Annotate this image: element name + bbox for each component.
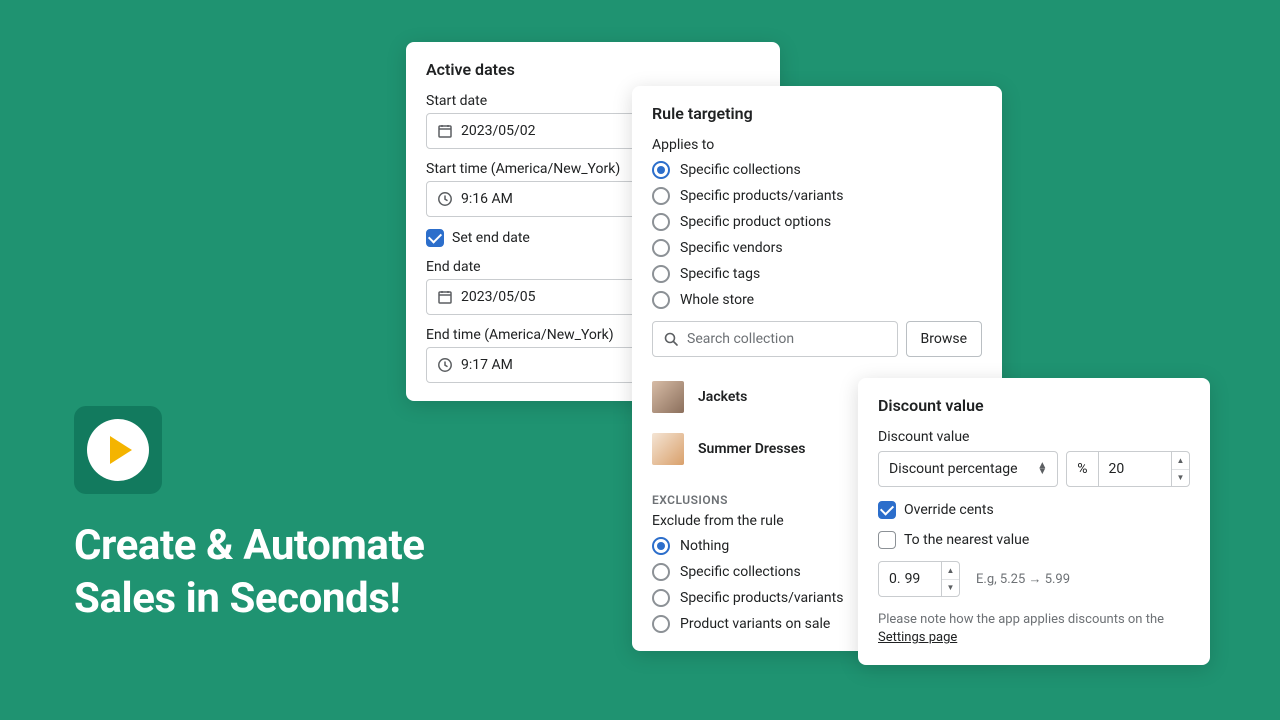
radio-icon: [652, 563, 670, 581]
checkbox-icon: [878, 531, 896, 549]
search-placeholder: Search collection: [687, 331, 887, 347]
applies-to-option[interactable]: Specific product options: [652, 213, 982, 231]
collection-name: Jackets: [698, 389, 747, 405]
discount-value-card: Discount value Discount value Discount p…: [858, 378, 1210, 665]
headline-line-1: Create & Automate: [74, 520, 425, 573]
applies-to-label: Applies to: [652, 137, 982, 153]
collection-thumbnail: [652, 381, 684, 413]
set-end-date-label: Set end date: [452, 230, 530, 246]
app-icon: [74, 406, 162, 494]
exclude-option-label: Specific products/variants: [680, 590, 843, 606]
number-stepper[interactable]: ▲▼: [1171, 452, 1189, 486]
radio-icon: [652, 187, 670, 205]
hero-headline: Create & Automate Sales in Seconds!: [74, 520, 425, 625]
override-cents-checkbox-row[interactable]: Override cents: [878, 501, 1190, 519]
browse-button[interactable]: Browse: [906, 321, 982, 357]
calendar-icon: [437, 289, 453, 305]
stepper-down-icon: ▼: [1172, 470, 1189, 487]
checkbox-checked-icon: [878, 501, 896, 519]
radio-selected-icon: [652, 161, 670, 179]
exclude-option-label: Specific collections: [680, 564, 801, 580]
discount-type-select[interactable]: Discount percentage ▲▼: [878, 451, 1058, 487]
radio-icon: [652, 265, 670, 283]
discount-note: Please note how the app applies discount…: [878, 611, 1190, 647]
radio-icon: [652, 589, 670, 607]
clock-icon: [437, 357, 453, 373]
radio-icon: [652, 239, 670, 257]
applies-to-option[interactable]: Specific tags: [652, 265, 982, 283]
settings-page-link[interactable]: Settings page: [878, 630, 957, 645]
example-text: E.g, 5.25 → 5.99: [976, 571, 1070, 587]
checkbox-checked-icon: [426, 229, 444, 247]
select-caret-icon: ▲▼: [1037, 463, 1047, 475]
applies-to-option-label: Specific products/variants: [680, 188, 843, 204]
clock-icon: [437, 191, 453, 207]
exclude-option-label: Product variants on sale: [680, 616, 830, 632]
to-nearest-label: To the nearest value: [904, 532, 1029, 548]
override-cents-label: Override cents: [904, 502, 994, 518]
cents-prefix: 0.: [879, 571, 905, 587]
stepper-up-icon: ▲: [1172, 452, 1189, 470]
collection-thumbnail: [652, 433, 684, 465]
radio-icon: [652, 213, 670, 231]
number-stepper[interactable]: ▲▼: [941, 562, 959, 596]
stepper-up-icon: ▲: [942, 562, 959, 580]
applies-to-option[interactable]: Specific products/variants: [652, 187, 982, 205]
headline-line-2: Sales in Seconds!: [74, 573, 425, 626]
percent-prefix: %: [1067, 452, 1098, 486]
applies-to-option[interactable]: Specific collections: [652, 161, 982, 179]
play-circle: [87, 419, 149, 481]
discount-value-label: Discount value: [878, 429, 1190, 445]
radio-icon: [652, 615, 670, 633]
discount-type-value: Discount percentage: [889, 461, 1018, 477]
applies-to-option-label: Specific collections: [680, 162, 801, 178]
active-dates-title: Active dates: [426, 60, 760, 79]
applies-to-option-label: Whole store: [680, 292, 754, 308]
radio-selected-icon: [652, 537, 670, 555]
applies-to-option[interactable]: Whole store: [652, 291, 982, 309]
cents-value: 99: [905, 571, 941, 587]
discount-value-title: Discount value: [878, 396, 1190, 415]
cents-value-input[interactable]: 0. 99 ▲▼: [878, 561, 960, 597]
exclude-option-label: Nothing: [680, 538, 729, 554]
discount-amount-value: 20: [1099, 461, 1171, 477]
play-icon: [110, 436, 132, 464]
applies-to-option[interactable]: Specific vendors: [652, 239, 982, 257]
collection-name: Summer Dresses: [698, 441, 805, 457]
applies-to-option-label: Specific tags: [680, 266, 760, 282]
applies-to-option-label: Specific product options: [680, 214, 831, 230]
discount-amount-input[interactable]: % 20 ▲▼: [1066, 451, 1190, 487]
to-nearest-checkbox-row[interactable]: To the nearest value: [878, 531, 1190, 549]
rule-targeting-title: Rule targeting: [652, 104, 982, 123]
search-icon: [663, 331, 679, 347]
stepper-down-icon: ▼: [942, 580, 959, 597]
search-collection-input[interactable]: Search collection: [652, 321, 898, 357]
applies-to-option-label: Specific vendors: [680, 240, 783, 256]
calendar-icon: [437, 123, 453, 139]
radio-icon: [652, 291, 670, 309]
